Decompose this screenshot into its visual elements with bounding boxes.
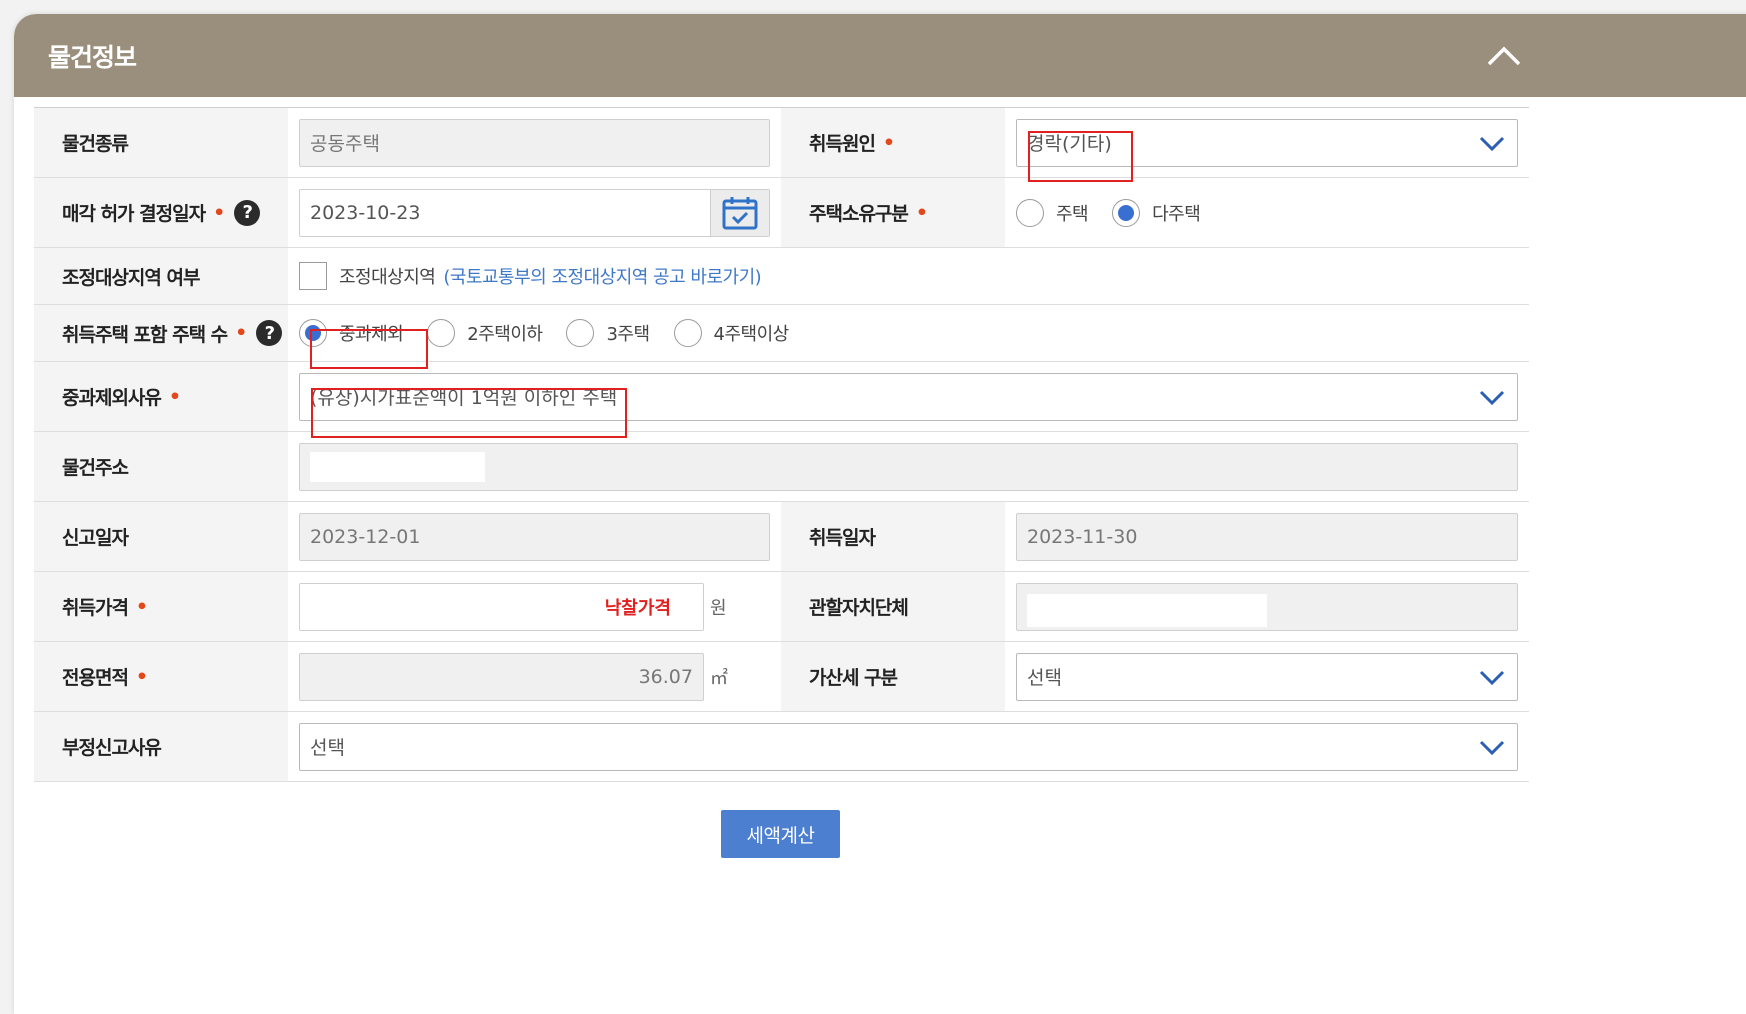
radio-3-houses-label: 3주택 xyxy=(606,324,650,345)
property-form: 물건종류 공동주택 취득원인 • 경락(기타) 매각 허가 결정일자 • ? 202… xyxy=(34,107,1529,782)
jurisdiction-field xyxy=(1016,582,1518,631)
chevron-up-icon[interactable] xyxy=(1482,36,1526,76)
exclusive-area-field: 36.07 xyxy=(299,652,704,701)
property-type-field: 공동주택 xyxy=(299,118,770,167)
row-exclusive-area: 전용면적 • 36.07 ㎡ 가산세 구분 선택 xyxy=(34,642,1529,712)
acquisition-price-input[interactable]: 낙찰가격 xyxy=(299,582,704,631)
price-unit: 원 xyxy=(710,597,727,619)
radio-multi-house-label: 다주택 xyxy=(1152,203,1201,225)
house-ownership-radios: 주택 다주택 xyxy=(1005,178,1529,247)
radio-4-or-more[interactable] xyxy=(673,319,702,347)
calendar-icon[interactable] xyxy=(710,189,769,236)
label-exclusion-reason: 중과제외사유 • xyxy=(34,362,288,431)
row-acquisition-price: 취득가격 • 낙찰가격 원 관할자치단체 xyxy=(34,572,1529,642)
chevron-down-icon xyxy=(1479,740,1505,755)
label-sale-permit-date: 매각 허가 결정일자 • ? xyxy=(34,178,288,247)
house-count-radios: 중과제외 2주택이하 3주택 4주택이상 xyxy=(288,305,1529,361)
penalty-type-select[interactable]: 선택 xyxy=(1016,652,1518,701)
radio-multi-house[interactable] xyxy=(1112,198,1141,227)
label-improper-reason: 부정신고사유 xyxy=(34,712,288,781)
sale-permit-date-input[interactable]: 2023-10-23 xyxy=(299,188,770,237)
row-report-date: 신고일자 2023-12-01 취득일자 2023-11-30 xyxy=(34,502,1529,572)
row-sale-permit-date: 매각 허가 결정일자 • ? 2023-10-23 주택소유구분 • 주택 다주택 xyxy=(34,178,1529,248)
address-field xyxy=(299,442,1518,491)
panel-header: 물건정보 xyxy=(14,14,1746,97)
chevron-down-icon xyxy=(1479,136,1505,151)
panel-title: 물건정보 xyxy=(48,42,137,72)
label-acquisition-date: 취득일자 xyxy=(781,502,1005,571)
radio-house-label: 주택 xyxy=(1056,203,1089,225)
label-penalty-type: 가산세 구분 xyxy=(781,642,1005,711)
highlight-acquisition-cause xyxy=(1028,131,1133,182)
label-house-ownership: 주택소유구분 • xyxy=(781,178,1005,247)
label-acquisition-cause: 취득원인 • xyxy=(781,108,1005,177)
radio-2-or-less[interactable] xyxy=(427,319,456,347)
help-icon[interactable]: ? xyxy=(234,199,261,226)
radio-4-or-more-label: 4주택이상 xyxy=(713,324,790,345)
chevron-down-icon xyxy=(1479,670,1505,685)
row-improper-reason: 부정신고사유 선택 xyxy=(34,712,1529,782)
redacted-address xyxy=(310,451,485,482)
area-unit: ㎡ xyxy=(710,667,728,689)
highlight-excluded-radio xyxy=(310,329,428,369)
label-address: 물건주소 xyxy=(34,432,288,501)
chevron-down-icon xyxy=(1479,390,1505,405)
label-jurisdiction: 관할자치단체 xyxy=(781,572,1005,641)
report-date-field: 2023-12-01 xyxy=(299,512,770,561)
label-exclusive-area: 전용면적 • xyxy=(34,642,288,711)
radio-3-houses[interactable] xyxy=(566,319,595,347)
calculate-tax-button[interactable]: 세액계산 xyxy=(721,810,840,858)
adjusted-area-checkbox[interactable] xyxy=(299,262,327,290)
acquisition-date-field: 2023-11-30 xyxy=(1016,512,1518,561)
label-report-date: 신고일자 xyxy=(34,502,288,571)
row-house-count: 취득주택 포함 주택 수 • ? 중과제외 2주택이하 3주택 4주택이상 xyxy=(34,305,1529,362)
label-acquisition-price: 취득가격 • xyxy=(34,572,288,641)
label-adjusted-area: 조정대상지역 여부 xyxy=(34,248,288,304)
improper-reason-select[interactable]: 선택 xyxy=(299,722,1518,771)
label-house-count: 취득주택 포함 주택 수 • ? xyxy=(34,305,288,361)
row-property-type: 물건종류 공동주택 취득원인 • 경락(기타) xyxy=(34,108,1529,178)
help-icon[interactable]: ? xyxy=(256,320,283,346)
adjusted-area-checkbox-label: 조정대상지역 xyxy=(339,267,436,288)
redacted-jurisdiction xyxy=(1027,593,1267,627)
adjusted-area-notice-link[interactable]: (국토교통부의 조정대상지역 공고 바로가기) xyxy=(443,263,761,289)
row-exclusion-reason: 중과제외사유 • (유상)시가표준액이 1억원 이하인 주택 xyxy=(34,362,1529,432)
row-adjusted-area: 조정대상지역 여부 조정대상지역 (국토교통부의 조정대상지역 공고 바로가기) xyxy=(34,248,1529,305)
label-property-type: 물건종류 xyxy=(34,108,288,177)
radio-2-or-less-label: 2주택이하 xyxy=(467,324,543,345)
row-address: 물건주소 xyxy=(34,432,1529,502)
highlight-exclusion-reason xyxy=(311,388,627,438)
radio-house[interactable] xyxy=(1016,198,1044,227)
